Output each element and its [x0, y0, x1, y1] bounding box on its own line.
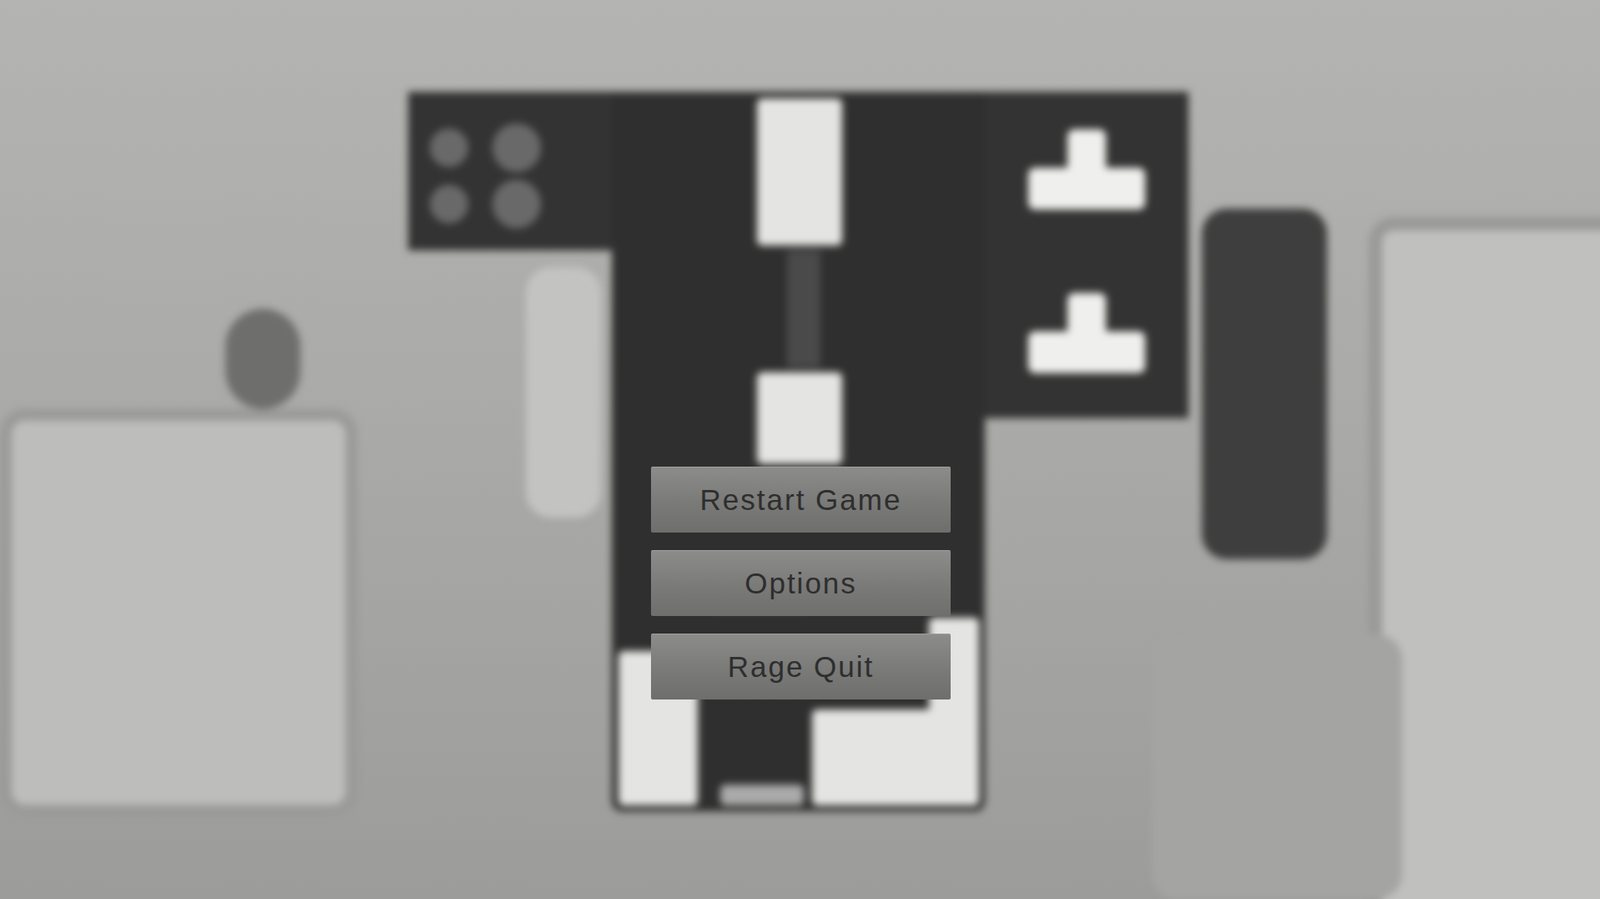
next-piece [1028, 292, 1146, 374]
background-shape [1151, 634, 1403, 899]
menu-button[interactable]: Options [651, 550, 951, 616]
hold-panel [408, 91, 612, 251]
background-shape [1368, 217, 1600, 899]
blurred-game-scene [0, 0, 1600, 899]
menu-button[interactable]: Rage Quit [651, 633, 951, 700]
background-shape [525, 267, 601, 518]
playfield [611, 91, 985, 812]
next-panel [984, 91, 1189, 419]
next-piece [1028, 129, 1146, 210]
stack-block [812, 709, 980, 806]
falling-piece [757, 372, 843, 465]
game-screen: Restart Game Options Rage Quit [0, 0, 1600, 899]
hold-piece [426, 110, 577, 236]
falling-piece [757, 98, 843, 246]
drop-guide [787, 250, 821, 368]
menu-button[interactable]: Restart Game [651, 466, 951, 533]
stack-block [720, 784, 804, 806]
background-shape [225, 308, 301, 409]
background-shape [1201, 208, 1328, 560]
pause-menu: Restart Game Options Rage Quit [651, 466, 951, 700]
background-shape [0, 408, 358, 817]
